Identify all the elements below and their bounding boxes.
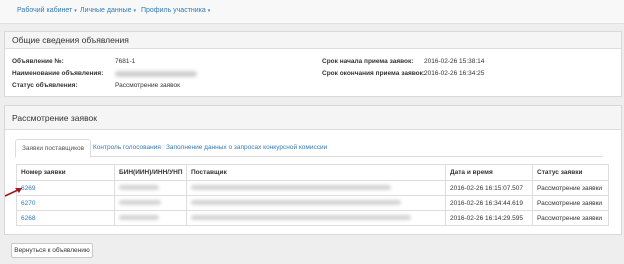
chevron-down-icon: ▾ [133,8,137,14]
chevron-down-icon: ▾ [74,8,77,14]
supplier-cell [186,180,446,196]
bin-cell [114,210,187,226]
nav-personal-data[interactable]: Личные данные ▾ [80,7,136,14]
application-number-link[interactable]: 6270 [16,195,115,211]
nav-dashboard[interactable]: Рабочий кабинет ▾ [17,7,77,14]
supplier-cell [186,195,446,211]
application-number-link[interactable]: 6268 [16,210,115,226]
announcement-no-value: 7681-1 [115,58,136,65]
status-cell: Рассмотрение заявки [532,210,609,226]
announcement-status-value: Рассмотрение заявок [115,82,180,89]
table-row: 6269 2016-02-26 16:15:07.507 Рассмотрени… [16,180,609,196]
table-header-row: Номер заявки БИН(ИИН)/ИНН/УНП Поставщик … [16,164,609,181]
datetime-cell: 2016-02-26 16:15:07.507 [445,180,533,196]
nav-participant-profile[interactable]: Профиль участника ▾ [141,7,210,14]
application-number-link[interactable]: 6269 [16,180,115,196]
nav-personal-data-label: Личные данные [80,7,132,14]
supplier-cell [186,210,446,226]
status-cell: Рассмотрение заявки [532,180,609,196]
col-header-status: Статус заявки [532,164,609,181]
bin-cell [114,180,187,196]
col-header-bin: БИН(ИИН)/ИНН/УНП [114,164,187,181]
back-to-announcement-button[interactable]: Вернуться к объявлению [11,243,93,258]
tab-voting-control[interactable]: Контроль голосования [87,139,167,157]
datetime-cell: 2016-02-26 16:14:29.595 [445,210,533,226]
status-cell: Рассмотрение заявки [532,195,609,211]
review-tabs: Заявки поставщиков Контроль голосования … [15,139,603,158]
bin-cell [114,195,187,211]
datetime-cell: 2016-02-26 16:34:44.619 [445,195,533,211]
announcement-no-label: Объявление №: [12,58,64,65]
top-navbar: Рабочий кабинет ▾ Личные данные ▾ Профиль … [0,0,624,24]
review-title: Рассмотрение заявок [5,106,621,130]
col-header-datetime: Дата и время [445,164,533,181]
tab-commission-requests[interactable]: Заполнение данных о запросах конкурсной … [160,139,333,157]
supplier-redacted [191,185,391,191]
nav-dashboard-label: Рабочий кабинет [17,7,73,14]
announcement-status-label: Статус объявления: [12,82,78,89]
nav-participant-profile-label: Профиль участника [141,7,206,14]
bin-redacted [119,200,161,206]
end-date-label: Срок окончания приема заявок: [322,70,426,77]
general-info-title: Общие сведения объявления [5,32,621,49]
start-date-value: 2016-02-26 15:38:14 [424,58,485,65]
applications-table: Номер заявки БИН(ИИН)/ИНН/УНП Поставщик … [16,164,609,226]
col-header-supplier: Поставщик [186,164,446,181]
col-header-number: Номер заявки [16,164,115,181]
table-row: 6270 2016-02-26 16:34:44.619 Рассмотрени… [16,195,609,211]
tab-supplier-applications[interactable]: Заявки поставщиков [15,139,92,158]
table-row: 6268 2016-02-26 16:14:29.595 Рассмотрени… [16,210,609,226]
announcement-name-redacted [115,71,197,77]
announcement-name-label: Наименование объявления: [12,70,104,77]
chevron-down-icon: ▾ [207,8,211,14]
supplier-redacted [191,200,401,206]
annotation-arrow-icon [4,188,22,197]
end-date-value: 2016-02-26 16:34:25 [424,70,485,77]
start-date-label: Срок начала приема заявок: [322,58,414,65]
supplier-redacted [191,215,411,221]
bin-redacted [119,185,159,191]
general-info-panel: Общие сведения объявления Объявление №: … [4,31,622,97]
bin-redacted [119,215,159,221]
